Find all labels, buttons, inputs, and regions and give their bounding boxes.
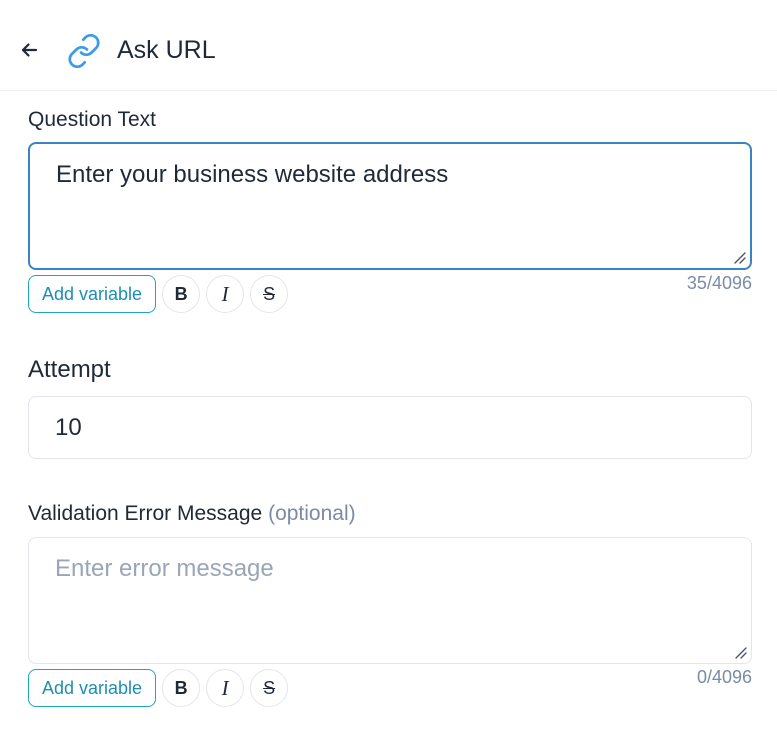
question-text-label: Question Text <box>28 108 157 131</box>
attempt-label: Attempt <box>28 356 111 383</box>
validation-formatting-toolbar: Add variable B I S <box>28 668 289 708</box>
optional-hint: (optional) <box>268 502 356 525</box>
question-formatting-toolbar: Add variable B I S <box>28 274 289 314</box>
link-icon <box>68 33 100 69</box>
bold-button[interactable]: B <box>162 275 201 313</box>
header-bar: Ask URL <box>0 0 777 91</box>
validation-error-input[interactable]: Enter error message <box>28 537 752 664</box>
resize-handle-icon[interactable] <box>732 250 746 264</box>
arrow-left-icon <box>21 43 38 57</box>
question-text-input[interactable]: Enter your business website address <box>28 142 752 270</box>
attempt-input[interactable]: 10 <box>28 396 752 459</box>
strikethrough-button[interactable]: S <box>250 275 289 313</box>
question-char-counter: 35/4096 <box>686 273 752 293</box>
add-variable-button[interactable]: Add variable <box>28 275 157 313</box>
bold-button[interactable]: B <box>162 669 201 707</box>
italic-button[interactable]: I <box>206 669 245 707</box>
add-variable-button[interactable]: Add variable <box>28 669 157 707</box>
question-text-value: Enter your business website address <box>56 161 449 188</box>
resize-handle-icon[interactable] <box>733 645 747 659</box>
strikethrough-button[interactable]: S <box>250 669 289 707</box>
validation-error-placeholder: Enter error message <box>55 555 274 582</box>
validation-error-label-text: Validation Error Message <box>28 502 263 525</box>
validation-error-label: Validation Error Message (optional) <box>28 502 356 526</box>
attempt-value: 10 <box>55 414 82 441</box>
page-title: Ask URL <box>117 36 216 64</box>
back-button[interactable] <box>14 35 44 65</box>
italic-button[interactable]: I <box>206 275 245 313</box>
validation-char-counter: 0/4096 <box>696 667 752 687</box>
